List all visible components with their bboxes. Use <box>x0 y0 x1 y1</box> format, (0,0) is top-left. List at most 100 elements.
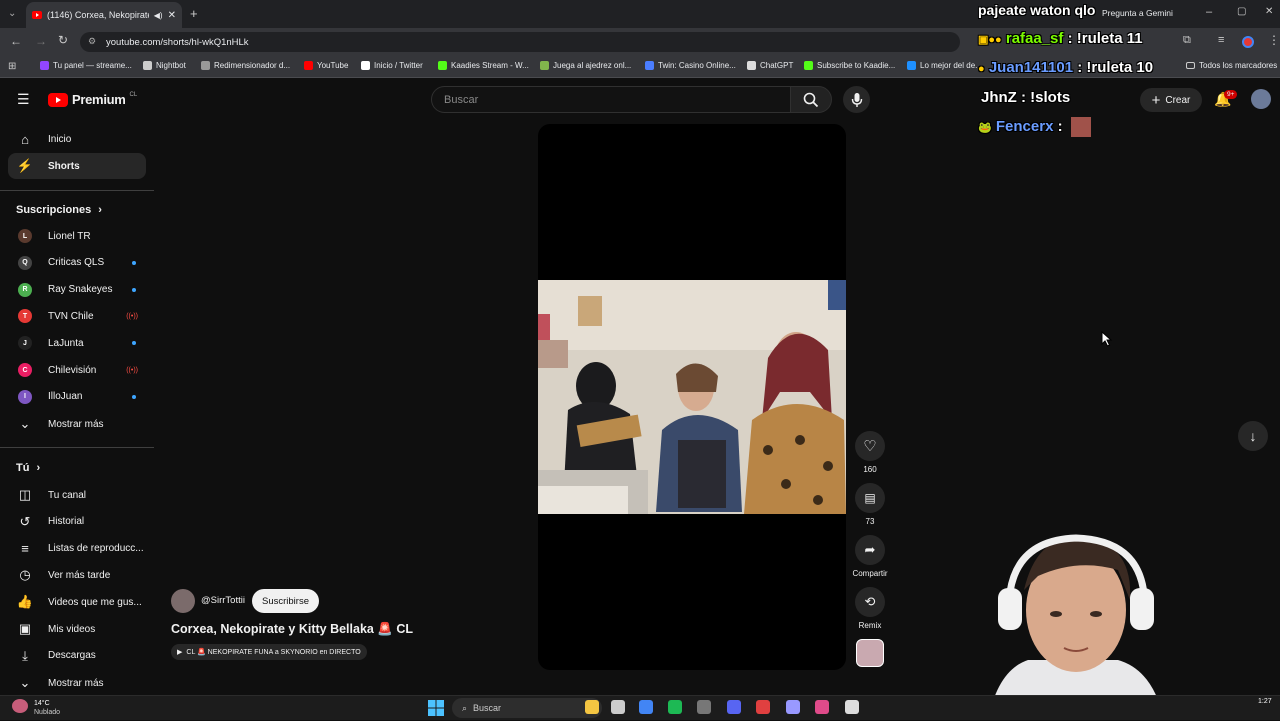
bookmark-item[interactable]: Lo mejor del de... <box>907 61 982 70</box>
remix-button[interactable]: ⟲ Remix <box>854 587 886 630</box>
bookmark-item[interactable]: Nightbot <box>143 61 186 70</box>
task-view-icon[interactable] <box>611 700 625 714</box>
sidebar-divider <box>0 447 154 448</box>
app-icon[interactable] <box>697 700 711 714</box>
channel-avatar[interactable] <box>171 589 195 613</box>
subscription-item[interactable]: I IlloJuan <box>8 384 146 410</box>
subscription-item[interactable]: R Ray Snakeyes <box>8 277 146 303</box>
sidebar-item-shorts[interactable]: ⚡ Shorts <box>8 153 146 179</box>
subscribe-button[interactable]: Suscribirse <box>252 589 319 613</box>
media-icon[interactable]: ≡ <box>1218 34 1224 46</box>
tab-close-icon[interactable]: ✕ <box>168 10 176 21</box>
bookmark-item[interactable]: ChatGPT <box>747 61 793 70</box>
related-video-chip[interactable]: ▶ CL 🚨 NEKOPIRATE FUNA a SKYNORIO en DIR… <box>171 644 367 660</box>
bookmark-favicon-icon <box>201 61 210 70</box>
you-item[interactable]: ↺ Historial <box>8 509 146 535</box>
windows-start-icon[interactable] <box>428 700 444 721</box>
new-tab-icon[interactable]: + <box>190 6 198 21</box>
next-short-button[interactable]: ↓ <box>1238 421 1268 451</box>
youtube-logo[interactable]: Premium CL <box>48 92 137 107</box>
arrow-down-icon: ↓ <box>1249 428 1257 444</box>
show-more-subscriptions[interactable]: ⌄ Mostrar más <box>8 411 146 437</box>
site-info-icon[interactable]: ⚙ <box>88 36 96 47</box>
all-bookmarks[interactable]: Todos los marcadores <box>1186 61 1277 70</box>
back-icon[interactable]: ← <box>10 34 22 48</box>
sidebar-item-inicio[interactable]: ⌂ Inicio <box>8 126 146 152</box>
discord-icon[interactable] <box>727 700 741 714</box>
search-input[interactable]: Buscar <box>431 86 791 113</box>
bookmark-item[interactable]: Twin: Casino Online... <box>645 61 736 70</box>
account-avatar[interactable] <box>1251 89 1271 109</box>
hamburger-menu-icon[interactable]: ☰ <box>17 91 30 108</box>
bookmark-item[interactable]: Juega al ajedrez onl... <box>540 61 631 70</box>
subscription-item[interactable]: T TVN Chile ((•)) <box>8 303 146 329</box>
close-window-icon[interactable]: ✕ <box>1265 6 1273 17</box>
you-item[interactable]: ◷ Ver más tarde <box>8 562 146 588</box>
chat-emote-image <box>1070 117 1091 137</box>
you-item[interactable]: ⤓ Descargas <box>8 643 146 669</box>
channel-avatar: L <box>18 229 32 243</box>
browser-menu-icon[interactable]: ⋮ <box>1268 33 1280 47</box>
you-item[interactable]: ◫ Tu canal <box>8 482 146 508</box>
app-icon[interactable] <box>756 700 770 714</box>
reload-icon[interactable]: ↻ <box>58 33 68 47</box>
bookmark-item[interactable]: Inicio / Twitter <box>361 61 423 70</box>
forward-icon[interactable]: → <box>35 34 47 48</box>
spotify-icon[interactable] <box>668 700 682 714</box>
subscription-item[interactable]: J LaJunta <box>8 330 146 356</box>
subscription-item[interactable]: Q Criticas QLS <box>8 250 146 276</box>
channel-avatar: J <box>18 336 32 351</box>
chrome-icon[interactable] <box>639 700 653 714</box>
bookmark-favicon-icon <box>907 61 916 70</box>
comments-button[interactable]: ▤ 73 <box>854 483 886 526</box>
sound-thumbnail[interactable] <box>856 639 884 667</box>
app-icon[interactable] <box>815 700 829 714</box>
channel-icon: ◫ <box>18 487 32 502</box>
download-icon: ⤓ <box>22 647 28 663</box>
bookmark-favicon-icon <box>40 61 49 70</box>
share-icon: ➦ <box>864 542 876 557</box>
address-bar[interactable]: ⚙ youtube.com/shorts/hl-wkQ1nHLk <box>80 32 960 52</box>
bookmark-favicon-icon <box>804 61 813 70</box>
browser-tab[interactable]: (1146) Corxea, Nekopirate y ◀) ✕ <box>26 2 182 28</box>
chat-message-5: 🐸 Fencerx : <box>978 117 1091 137</box>
search-button[interactable] <box>790 86 832 113</box>
profile-avatar[interactable] <box>1242 36 1254 48</box>
like-button[interactable]: ♡ 160 <box>854 431 886 474</box>
apps-grid-icon[interactable]: ⊞ <box>8 61 16 72</box>
weather-widget[interactable]: 14°C Nublado <box>34 699 60 717</box>
show-more-you[interactable]: ⌄ Mostrar más <box>8 670 146 696</box>
ask-gemini-button[interactable]: Pregunta a Gemini <box>1102 8 1173 18</box>
app-icon[interactable] <box>845 700 859 714</box>
you-item[interactable]: 👍 Videos que me gus... <box>8 589 146 615</box>
file-explorer-icon[interactable] <box>585 700 599 714</box>
you-item[interactable]: ≡ Listas de reproducc... <box>8 536 146 562</box>
you-heading[interactable]: Tú › <box>16 462 40 474</box>
taskbar-search[interactable]: ⌕ Buscar <box>452 698 602 718</box>
channel-handle[interactable]: @SirrTottii <box>201 595 245 606</box>
minimize-icon[interactable]: – <box>1206 6 1212 18</box>
create-button[interactable]: + Crear <box>1140 88 1202 112</box>
premiere-icon[interactable] <box>786 700 800 714</box>
playlists-icon: ≡ <box>21 541 29 557</box>
subscription-item[interactable]: C Chilevisión ((•)) <box>8 357 146 383</box>
bookmark-item[interactable]: Kaadies Stream - W... <box>438 61 529 70</box>
speaker-icon[interactable]: ◀) <box>154 11 163 20</box>
shorts-video-player[interactable] <box>538 124 846 670</box>
channel-avatar: R <box>18 282 32 297</box>
tab-search-icon[interactable]: ⌄ <box>8 8 16 19</box>
bookmark-item[interactable]: YouTube <box>304 61 348 70</box>
subscriptions-heading[interactable]: Suscripciones › <box>16 204 102 216</box>
voice-search-button[interactable] <box>843 86 870 113</box>
extensions-icon[interactable]: ⧉ <box>1183 34 1191 47</box>
bookmark-item[interactable]: Subscribe to Kaadie... <box>804 61 895 70</box>
notification-badge: 9+ <box>1224 90 1238 99</box>
you-item[interactable]: ▣ Mis videos <box>8 616 146 642</box>
maximize-icon[interactable]: ▢ <box>1237 6 1246 17</box>
youtube-play-icon <box>48 92 68 107</box>
subscription-item[interactable]: L Lionel TR <box>8 223 146 249</box>
history-icon: ↺ <box>19 513 31 529</box>
bookmark-item[interactable]: Redimensionador d... <box>201 61 290 70</box>
bookmark-item[interactable]: Tu panel — streame... <box>40 61 132 70</box>
share-button[interactable]: ➦ Compartir <box>848 535 892 578</box>
